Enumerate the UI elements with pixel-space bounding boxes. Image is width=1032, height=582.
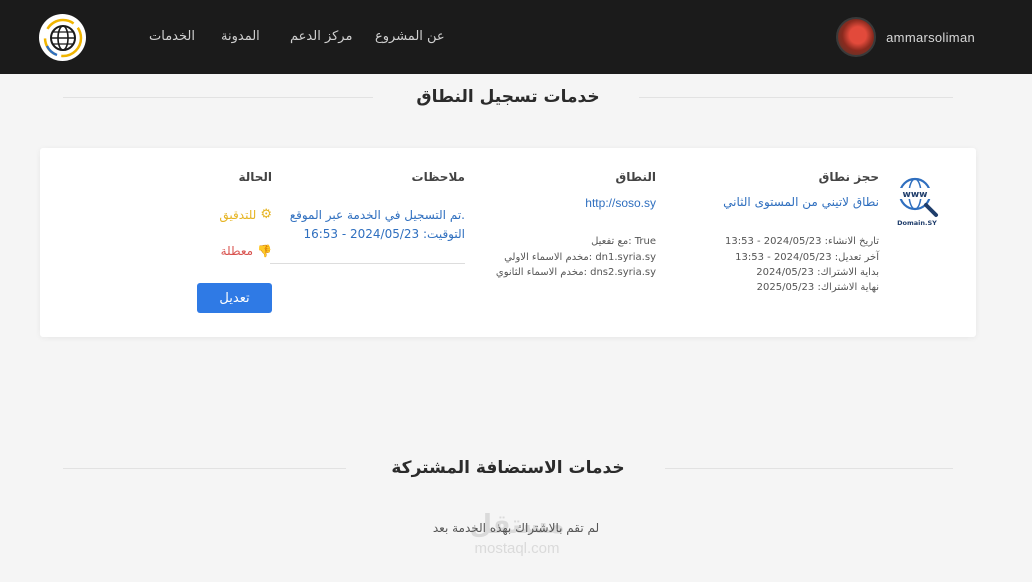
domain-www-icon: www Domain.SY (897, 177, 938, 227)
domain-icon-label: Domain.SY (897, 219, 937, 227)
domain-url-link[interactable]: http://soso.sy (585, 196, 656, 210)
nav-blog[interactable]: المدونة (221, 29, 260, 44)
activation-status: مع تفعيل: True (591, 236, 656, 247)
status-audit-label: للتدقيق (219, 207, 257, 222)
section-heading-domain: خدمات تسجيل النطاق (63, 82, 953, 112)
col-head-booking: حجز نطاق (818, 170, 879, 184)
user-menu[interactable]: ammarsoliman (836, 17, 975, 57)
nav-support[interactable]: مركز الدعم (290, 29, 352, 44)
svg-text:www: www (903, 190, 928, 200)
notes-divider (270, 263, 465, 264)
created-date: تاريخ الانشاء: 2024/05/23 - 13:53 (725, 236, 879, 247)
avatar[interactable] (836, 17, 877, 57)
nameserver-primary: مخدم الاسماء الاولي: dn1.syria.sy (504, 252, 656, 263)
status-disabled: 👎 معطلة (221, 244, 272, 258)
hosting-empty-message: لم تقم بالاشتراك بهذه الخدمة بعد (432, 521, 600, 535)
section-heading-hosting: خدمات الاستضافة المشتركة (63, 453, 953, 483)
site-logo[interactable] (39, 14, 86, 61)
note-line-1: تم التسجيل في الخدمة عبر الموقع. (289, 208, 465, 222)
gear-icon: ⚙ (260, 207, 272, 222)
username[interactable]: ammarsoliman (886, 30, 975, 45)
section-title: خدمات تسجيل النطاق (416, 87, 600, 107)
edit-button[interactable]: تعديل (197, 283, 272, 313)
nameserver-secondary: مخدم الاسماء الثانوي: dns2.syria.sy (495, 267, 656, 278)
modified-date: آخر تعديل: 2024/05/23 - 13:53 (735, 252, 879, 263)
status-audit: ⚙ للتدقيق (219, 207, 272, 222)
nav-services[interactable]: الخدمات (149, 29, 195, 44)
nav-about[interactable]: عن المشروع (375, 29, 445, 44)
top-navbar: عن المشروع مركز الدعم المدونة الخدمات am… (0, 0, 1032, 74)
globe-icon (43, 18, 82, 57)
section-title-hosting: خدمات الاستضافة المشتركة (391, 458, 625, 478)
col-head-domain: النطاق (615, 170, 656, 184)
status-disabled-label: معطلة (220, 244, 254, 258)
subscription-end: نهاية الاشتراك: 2025/05/23 (756, 282, 879, 293)
domain-service-card: www Domain.SY حجز نطاق نطاق لاتيني من ال… (40, 148, 976, 337)
domain-type-link[interactable]: نطاق لاتيني من المستوى الثاني (723, 195, 879, 209)
watermark-en: mostaql.com (474, 540, 560, 557)
col-head-status: الحالة (238, 170, 272, 184)
thumbs-down-icon: 👎 (257, 244, 272, 258)
subscription-start: بداية الاشتراك: 2024/05/23 (756, 267, 879, 278)
col-head-notes: ملاحظات (411, 170, 465, 184)
note-line-2: التوقيت: 2024/05/23 - 16:53 (303, 227, 465, 241)
